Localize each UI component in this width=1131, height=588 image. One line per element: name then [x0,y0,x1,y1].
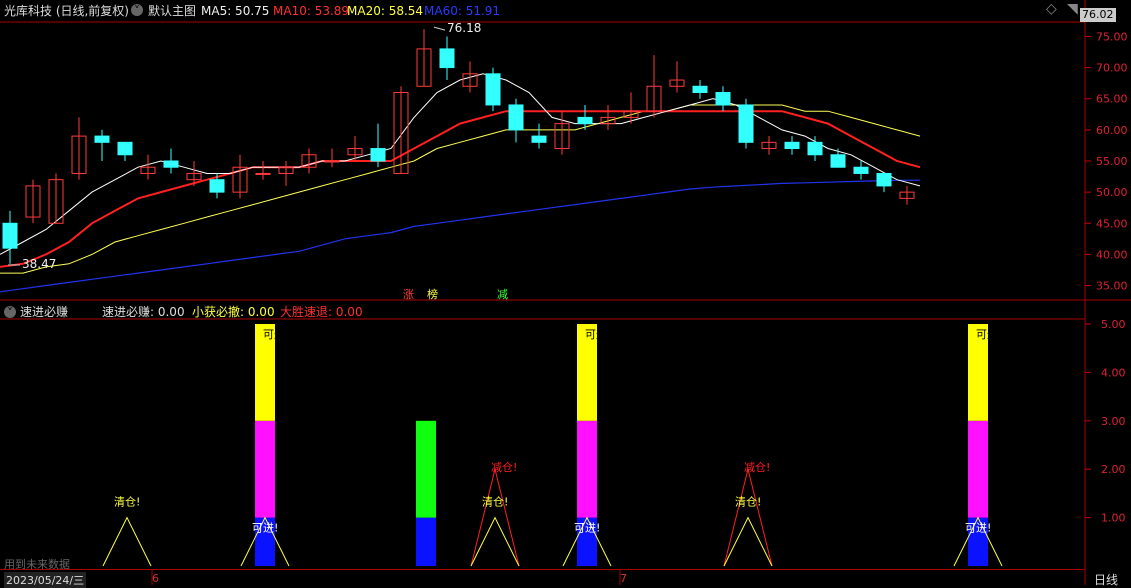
reduce-label: 减仓! [744,460,770,474]
enter-label-top: 可进! [585,328,611,341]
current-price-tag: 76.02 [1080,8,1116,22]
candle-body [692,85,708,94]
chevron-down-icon[interactable]: ˅ [4,306,16,320]
indicator-tick-label: 1.00 [1101,512,1126,525]
candle-body [853,166,869,174]
candle-body [163,160,179,168]
signal-label: 清仓! [482,495,508,509]
indicator-value-1: 速进必赚: 0.00 [102,305,185,319]
signal-triangle [723,516,773,567]
indicator-tick-label: 2.00 [1101,463,1126,476]
price-axis: 76.02 [1080,0,1131,300]
signal-triangle [470,516,520,567]
indicator-name[interactable]: 速进必赚 [20,305,68,319]
candle-body [830,154,846,168]
signal-label: 清仓! [114,495,140,509]
signal-label: 可进! [965,522,991,535]
candle-body [324,160,340,163]
candle-body [94,135,110,143]
candle-body [2,222,18,249]
cursor-date: 2023/05/24/三 [4,572,87,588]
candle-body [876,172,892,187]
indicator-tick-label: 4.00 [1101,366,1126,379]
date-axis: 2023/05/24/三 6 7 [0,569,1085,588]
enter-label-top: 可进! [263,328,289,341]
signal-label: 清仓! [735,495,761,509]
indicator-bar [416,517,436,566]
enter-label-top: 可进! [976,328,1002,341]
event-marker: 榜 [427,287,438,301]
candle-body [715,92,731,106]
signal-label: 可进! [574,522,600,535]
candle-body [508,104,524,131]
candle-body [807,141,823,156]
signal-triangle [102,516,152,567]
indicator-bar [255,420,275,518]
indicator-bar [416,420,436,518]
signal-label: 可进! [252,522,278,535]
indicator-value-3: 大胜速退: 0.00 [280,305,363,319]
candle-body [370,148,386,162]
candle-body [738,104,754,143]
month-label-6: 6 [152,572,159,585]
indicator-tick-label: 3.00 [1101,415,1126,428]
candle-body [439,48,455,69]
candle-body [531,135,547,143]
high-pointer [433,26,446,31]
price-chart[interactable]: 75.0070.0065.0060.0055.0050.0045.0040.00… [0,0,1131,585]
candle-body [577,116,593,125]
low-price-label: 38.47 [22,257,56,271]
event-marker: 减 [497,288,508,301]
month-label-7: 7 [620,572,627,585]
candle-body [117,141,133,156]
reduce-label: 减仓! [491,460,517,474]
candle-body [255,172,271,175]
event-marker: 涨 [403,288,414,301]
indicator-value-2: 小获必撤: 0.00 [192,305,275,319]
indicator-bar [968,420,988,518]
indicator-bar [577,420,597,518]
high-price-label: 76.18 [447,21,481,35]
period-label[interactable]: 日线 [1094,571,1118,588]
indicator-tick-label: 5.00 [1101,318,1126,331]
ma10-line [0,110,921,268]
candle-body [485,73,501,106]
ma5-line [0,73,921,255]
candle-body [784,141,800,150]
candle-body [209,179,225,193]
